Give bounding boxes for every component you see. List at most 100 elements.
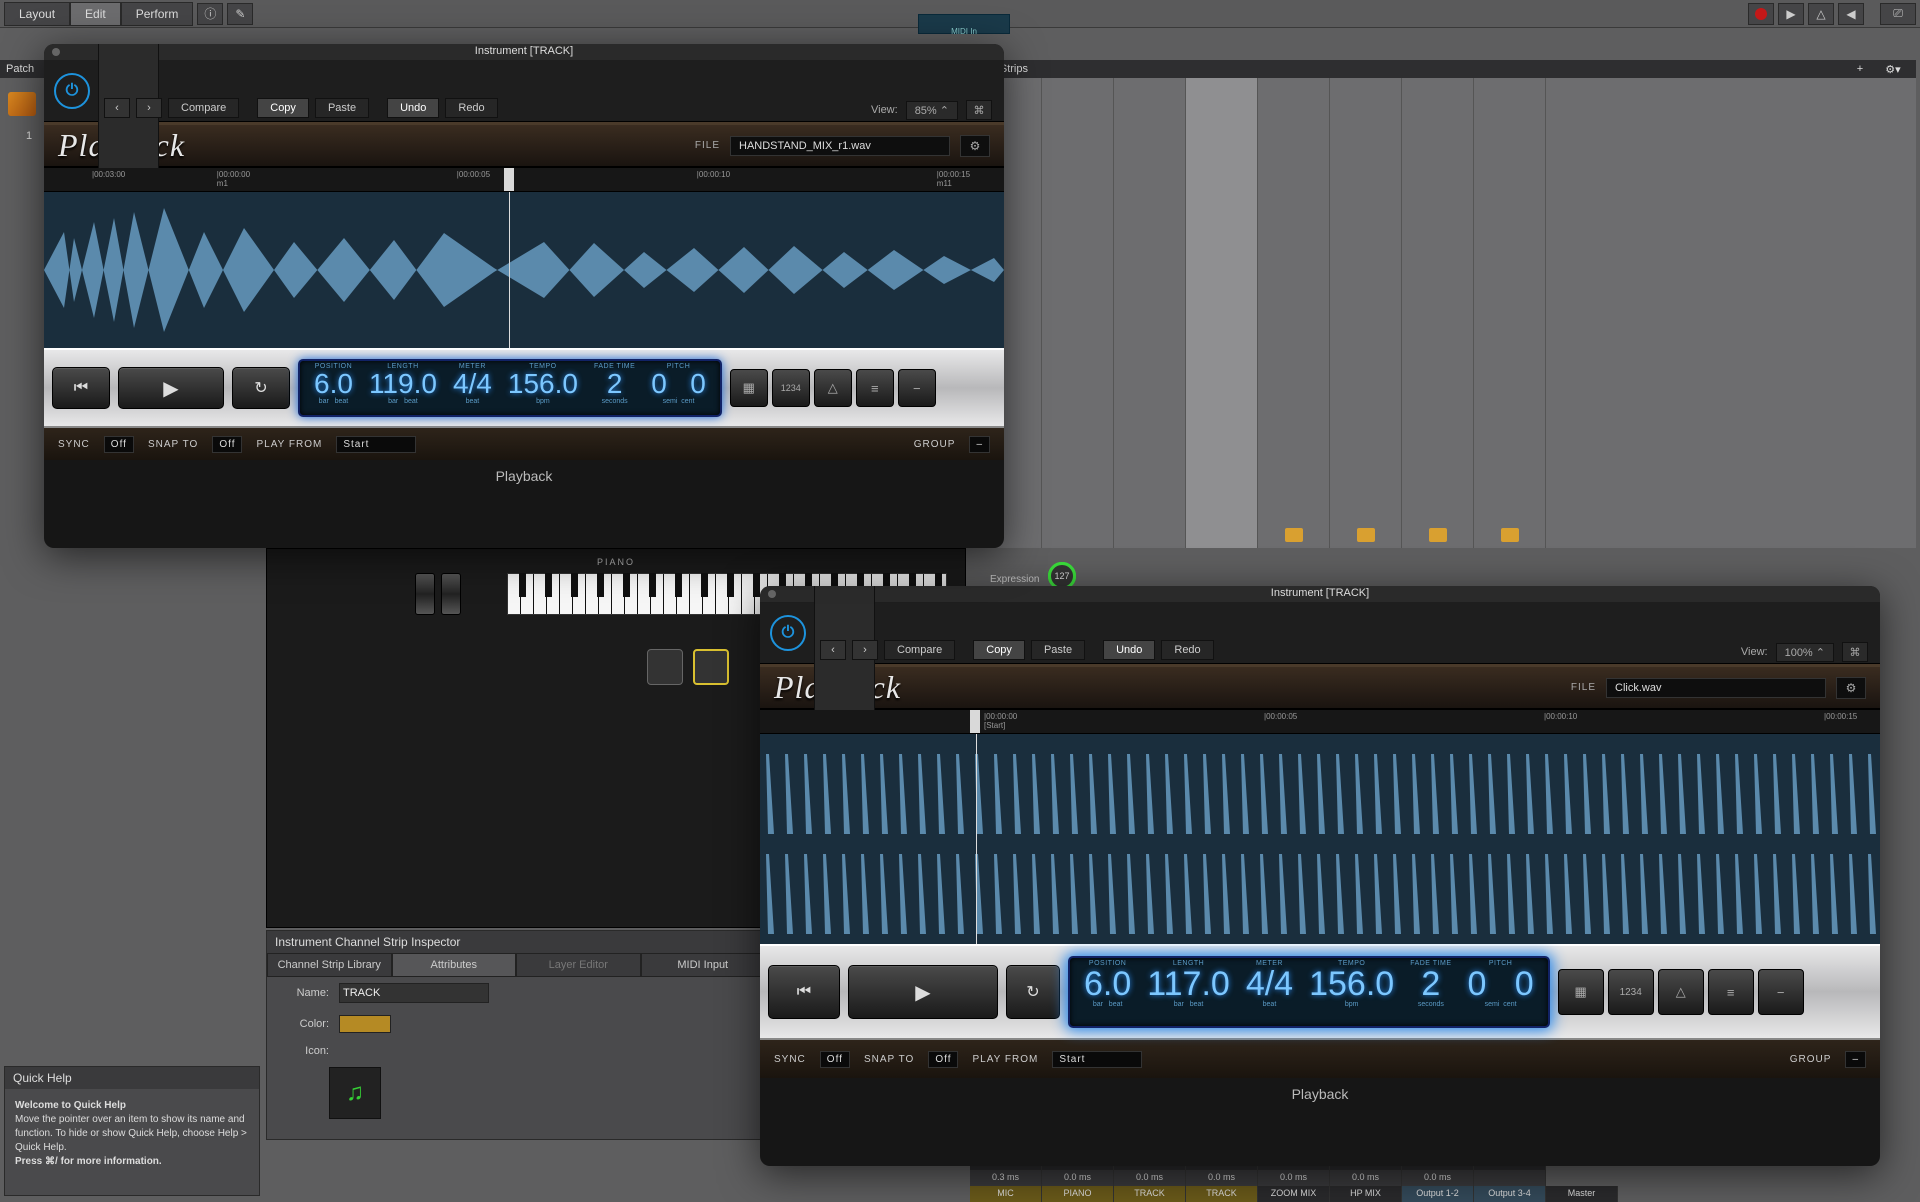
- quick-help-panel: Quick Help Welcome to Quick Help Move th…: [4, 1066, 260, 1196]
- folder-icon[interactable]: [1429, 528, 1447, 542]
- lcd-display[interactable]: POSITION6.0bar beat LENGTH117.0bar beat …: [1068, 956, 1550, 1028]
- folder-icon[interactable]: [1357, 528, 1375, 542]
- copy-button[interactable]: Copy: [973, 640, 1025, 660]
- plugin-titlebar[interactable]: Instrument [TRACK]: [44, 44, 1004, 60]
- file-field[interactable]: HANDSTAND_MIX_r1.wav: [730, 136, 950, 156]
- playhead-line[interactable]: [509, 192, 510, 348]
- file-field[interactable]: Click.wav: [1606, 678, 1826, 698]
- rtz-button[interactable]: ⏮: [768, 965, 840, 1019]
- tab-midi-input[interactable]: MIDI Input: [641, 953, 766, 977]
- view-zoom[interactable]: 85% ⌃: [906, 101, 958, 120]
- pencil-icon[interactable]: ✎: [227, 3, 253, 25]
- mixer-toggle-icon[interactable]: ⎚: [1880, 3, 1916, 25]
- playfrom-select[interactable]: Start: [336, 436, 416, 453]
- transport-panel: ⏮ ▶ ↻ POSITION6.0bar beat LENGTH117.0bar…: [760, 944, 1880, 1040]
- plugin-chrome-bar: Playback FILE Click.wav ⚙︎: [760, 664, 1880, 710]
- mode-button[interactable]: ▦: [730, 369, 768, 407]
- redo-button[interactable]: Redo: [445, 98, 497, 118]
- mode-button[interactable]: △: [814, 369, 852, 407]
- power-icon[interactable]: ⏻: [54, 73, 90, 109]
- playhead-line[interactable]: [976, 734, 977, 944]
- snap-select[interactable]: Off: [928, 1051, 958, 1068]
- mode-button[interactable]: 1234: [1608, 969, 1654, 1015]
- cycle-button[interactable]: ↻: [1006, 965, 1060, 1019]
- undo-button[interactable]: Undo: [1103, 640, 1155, 660]
- compare-button[interactable]: Compare: [884, 640, 955, 660]
- color-label: Color:: [277, 1018, 329, 1030]
- lcd-display[interactable]: POSITION6.0bar beat LENGTH119.0bar beat …: [298, 359, 722, 417]
- next-preset-button[interactable]: ›: [136, 98, 162, 118]
- tab-library[interactable]: Channel Strip Library: [267, 953, 392, 977]
- waveform-pane[interactable]: [44, 192, 1004, 348]
- sync-select[interactable]: Off: [104, 436, 134, 453]
- patch-icon[interactable]: [8, 92, 36, 116]
- prev-preset-button[interactable]: ‹: [820, 640, 846, 660]
- folder-icon[interactable]: [1285, 528, 1303, 542]
- mode-button[interactable]: ▦: [1558, 969, 1604, 1015]
- file-gear-icon[interactable]: ⚙︎: [1836, 677, 1866, 699]
- playhead[interactable]: [970, 710, 980, 733]
- power-icon[interactable]: ⏻: [770, 615, 806, 651]
- next-preset-button[interactable]: ›: [852, 640, 878, 660]
- inspector-title: Instrument Channel Strip Inspector: [267, 931, 765, 953]
- close-icon[interactable]: [52, 48, 60, 56]
- compare-button[interactable]: Compare: [168, 98, 239, 118]
- device-slot[interactable]: [693, 649, 729, 685]
- tab-layout[interactable]: Layout: [4, 2, 70, 26]
- view-zoom[interactable]: 100% ⌃: [1776, 643, 1834, 662]
- tab-layer-editor[interactable]: Layer Editor: [516, 953, 641, 977]
- link-icon[interactable]: ⌘: [966, 100, 992, 120]
- mode-button[interactable]: −: [1758, 969, 1804, 1015]
- strips-gear-icon[interactable]: ⚙︎▾: [1878, 63, 1908, 76]
- time-ruler[interactable]: |00:00:00[Start]|00:00:05|00:00:10|00:00…: [760, 710, 1880, 734]
- play-button[interactable]: ▶: [118, 367, 224, 409]
- quick-help-shortcut: Press ⌘/ for more information.: [15, 1156, 162, 1167]
- device-slot[interactable]: [647, 649, 683, 685]
- undo-button[interactable]: Undo: [387, 98, 439, 118]
- color-swatch[interactable]: [339, 1015, 391, 1033]
- add-strip-button[interactable]: +: [1848, 63, 1872, 75]
- copy-button[interactable]: Copy: [257, 98, 309, 118]
- pitch-wheel[interactable]: [415, 573, 435, 615]
- tab-attributes[interactable]: Attributes: [392, 953, 517, 977]
- tab-perform[interactable]: Perform: [121, 2, 194, 26]
- playhead[interactable]: [504, 168, 514, 191]
- group-select[interactable]: –: [969, 436, 990, 453]
- folder-icon[interactable]: [1501, 528, 1519, 542]
- name-field[interactable]: [339, 983, 489, 1003]
- time-ruler[interactable]: |00:03:00|00:00:00m1|00:00:05|00:00:10|0…: [44, 168, 1004, 192]
- quick-help-heading: Welcome to Quick Help: [15, 1100, 126, 1111]
- snap-select[interactable]: Off: [212, 436, 242, 453]
- info-icon[interactable]: ⓘ: [197, 3, 223, 25]
- paste-button[interactable]: Paste: [1031, 640, 1085, 660]
- metronome-icon[interactable]: △: [1808, 3, 1834, 25]
- plugin-titlebar[interactable]: Instrument [TRACK]: [760, 586, 1880, 602]
- link-icon[interactable]: ⌘: [1842, 642, 1868, 662]
- cycle-button[interactable]: ↻: [232, 367, 290, 409]
- latency-row: 0.3 ms 0.0 ms 0.0 ms 0.0 ms 0.0 ms 0.0 m…: [970, 1170, 1916, 1186]
- sync-select[interactable]: Off: [820, 1051, 850, 1068]
- mod-wheel[interactable]: [441, 573, 461, 615]
- mode-button[interactable]: △: [1658, 969, 1704, 1015]
- play-button[interactable]: ▶: [1778, 3, 1804, 25]
- mode-button[interactable]: 1234: [772, 369, 810, 407]
- rtz-button[interactable]: ⏮: [52, 367, 110, 409]
- close-icon[interactable]: [768, 590, 776, 598]
- playfrom-select[interactable]: Start: [1052, 1051, 1142, 1068]
- icon-well[interactable]: ♫: [329, 1067, 381, 1119]
- mode-button[interactable]: ≡: [1708, 969, 1754, 1015]
- mode-button[interactable]: ≡: [856, 369, 894, 407]
- mode-button[interactable]: −: [898, 369, 936, 407]
- waveform-pane[interactable]: [760, 734, 1880, 944]
- paste-button[interactable]: Paste: [315, 98, 369, 118]
- record-button[interactable]: [1748, 3, 1774, 25]
- playfrom-label: PLAY FROM: [256, 439, 322, 450]
- tuner-icon[interactable]: ◀: [1838, 3, 1864, 25]
- midi-input-tab[interactable]: MIDI In: [918, 14, 1010, 34]
- redo-button[interactable]: Redo: [1161, 640, 1213, 660]
- prev-preset-button[interactable]: ‹: [104, 98, 130, 118]
- play-button[interactable]: ▶: [848, 965, 998, 1019]
- file-gear-icon[interactable]: ⚙︎: [960, 135, 990, 157]
- tab-edit[interactable]: Edit: [70, 2, 121, 26]
- group-select[interactable]: –: [1845, 1051, 1866, 1068]
